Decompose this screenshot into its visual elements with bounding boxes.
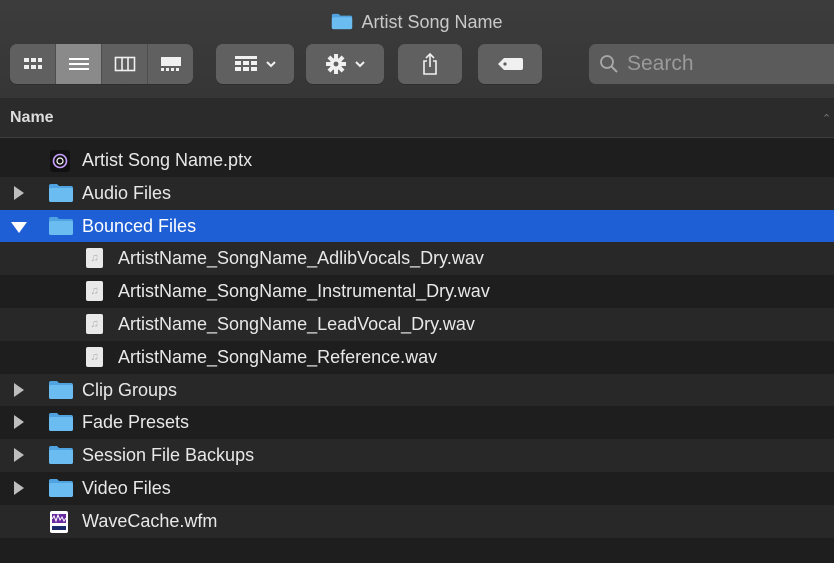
waveform-cache-file-icon [50, 510, 68, 533]
folder-icon [48, 183, 74, 208]
audio-file-icon: ♫ [86, 346, 103, 367]
gallery-view-icon [160, 57, 181, 71]
chevron-down-icon [355, 61, 365, 68]
folder-icon [48, 478, 74, 503]
column-view-button[interactable] [102, 44, 148, 84]
audio-file-icon: ♫ [86, 281, 103, 302]
file-list: Artist Song Name.ptx Audio Files Bounced F… [0, 144, 834, 538]
folder-icon [48, 445, 74, 470]
folder-icon [48, 412, 74, 437]
window-title-text: Artist Song Name [361, 12, 503, 32]
file-name-label: Video Files [82, 477, 171, 498]
file-row[interactable]: WaveCache.wfm [0, 504, 834, 538]
file-name-label: ArtistName_SongName_Reference.wav [118, 346, 438, 367]
file-name-label: Bounced Files [82, 215, 197, 236]
file-name-label: ArtistName_SongName_AdlibVocals_Dry.wav [118, 248, 484, 269]
disclosure-collapsed-icon[interactable] [14, 382, 24, 397]
folder-row[interactable]: Clip Groups [0, 373, 834, 407]
search-input[interactable] [625, 51, 829, 77]
gear-icon [326, 54, 346, 74]
list-view-icon [68, 58, 89, 70]
view-mode-control [10, 44, 193, 84]
icon-view-button[interactable] [10, 44, 56, 84]
window-titlebar: Artist Song Name [0, 0, 834, 99]
window-title: Artist Song Name [0, 12, 834, 33]
gallery-view-button[interactable] [148, 44, 193, 84]
column-header: Name ⌃ [0, 99, 834, 138]
folder-row[interactable]: Fade Presets [0, 406, 834, 440]
group-by-button[interactable] [216, 44, 294, 84]
tag-icon [498, 58, 523, 70]
file-name-label: ArtistName_SongName_LeadVocal_Dry.wav [118, 313, 475, 334]
disclosure-collapsed-icon[interactable] [14, 480, 24, 495]
file-row[interactable]: ♫ ArtistName_SongName_AdlibVocals_Dry.wav [0, 242, 834, 276]
file-name-label: Session File Backups [82, 445, 255, 466]
list-view-button[interactable] [56, 44, 102, 84]
file-row[interactable]: ♫ ArtistName_SongName_LeadVocal_Dry.wav [0, 307, 834, 341]
pro-tools-session-icon [50, 150, 70, 172]
folder-row[interactable]: Bounced Files [0, 209, 834, 243]
folder-icon [332, 13, 353, 30]
audio-file-icon: ♫ [86, 248, 103, 269]
file-name-label: Clip Groups [82, 379, 178, 400]
folder-row[interactable]: Session File Backups [0, 439, 834, 472]
folder-row[interactable]: Video Files [0, 471, 834, 505]
action-menu-button[interactable] [306, 44, 384, 84]
file-name-label: Fade Presets [82, 412, 190, 433]
file-name-label: Artist Song Name.ptx [82, 150, 253, 170]
file-row[interactable]: ♫ ArtistName_SongName_Reference.wav [0, 340, 834, 374]
grid-group-icon [235, 56, 257, 71]
disclosure-collapsed-icon[interactable] [14, 185, 24, 200]
folder-icon [48, 216, 74, 241]
share-icon [423, 52, 437, 75]
name-column-header[interactable]: Name [10, 109, 54, 127]
file-name-label: WaveCache.wfm [82, 510, 218, 531]
folder-row[interactable]: Audio Files [0, 176, 834, 210]
disclosure-collapsed-icon[interactable] [14, 415, 24, 430]
audio-file-icon: ♫ [86, 313, 103, 334]
tags-button[interactable] [478, 44, 542, 84]
file-name-label: ArtistName_SongName_Instrumental_Dry.wav [118, 281, 490, 302]
icon-view-icon [23, 58, 42, 69]
share-button[interactable] [398, 44, 462, 84]
disclosure-collapsed-icon[interactable] [14, 448, 24, 463]
sort-ascending-icon: ⌃ [822, 113, 832, 125]
disclosure-expanded-icon[interactable] [11, 221, 27, 233]
column-view-icon [114, 56, 135, 72]
folder-icon [48, 380, 74, 405]
file-name-label: Audio Files [82, 182, 172, 203]
file-row[interactable]: Artist Song Name.ptx [0, 144, 834, 177]
toolbar [0, 44, 834, 88]
search-field[interactable] [589, 44, 834, 84]
search-icon [600, 55, 618, 73]
file-row[interactable]: ♫ ArtistName_SongName_Instrumental_Dry.wa… [0, 275, 834, 308]
chevron-down-icon [266, 61, 276, 68]
